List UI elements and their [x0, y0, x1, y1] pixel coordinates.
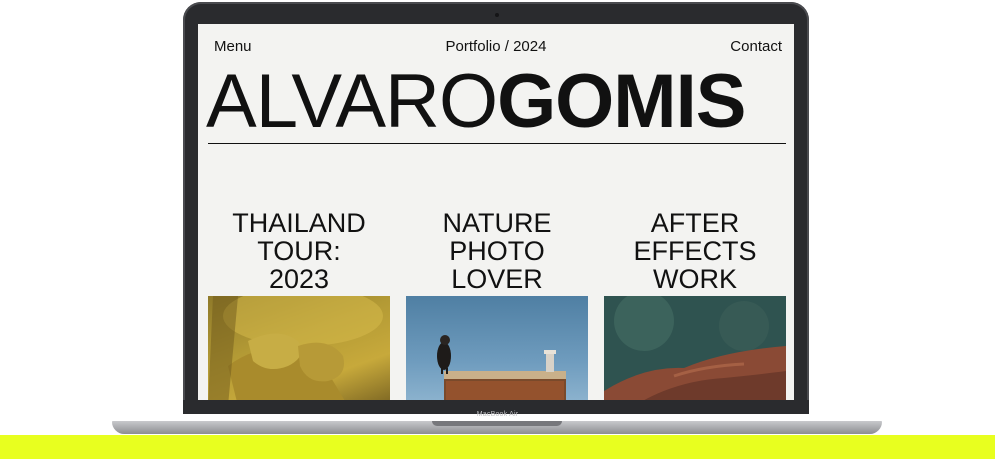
project-card-nature[interactable]: NATURE PHOTO LOVER: [406, 209, 588, 293]
project-card-thailand[interactable]: THAILAND TOUR: 2023: [208, 209, 390, 293]
divider: [208, 143, 786, 144]
hero-title: ALVAROGOMIS: [206, 62, 794, 142]
contact-link[interactable]: Contact: [730, 38, 782, 55]
project-title: NATURE PHOTO LOVER: [442, 208, 552, 294]
laptop-notch: [432, 421, 562, 426]
project-image-bird[interactable]: [406, 296, 588, 400]
project-title: THAILAND TOUR: 2023: [232, 208, 366, 294]
project-image-golden-hand[interactable]: [208, 296, 390, 400]
device-label: MacBook Air: [476, 411, 519, 418]
hero-first-name: ALVARO: [206, 59, 498, 144]
project-image-landscape[interactable]: [604, 296, 786, 400]
hero-last-name: GOMIS: [497, 59, 746, 144]
project-title: AFTER EFFECTS WORK: [633, 208, 757, 294]
portfolio-label: Portfolio / 2024: [445, 38, 547, 55]
camera-icon: [495, 13, 499, 17]
project-card-after-effects[interactable]: AFTER EFFECTS WORK: [604, 209, 786, 293]
accent-band: [0, 435, 995, 459]
screen: Menu Portfolio / 2024 Contact ALVAROGOMI…: [198, 24, 794, 400]
